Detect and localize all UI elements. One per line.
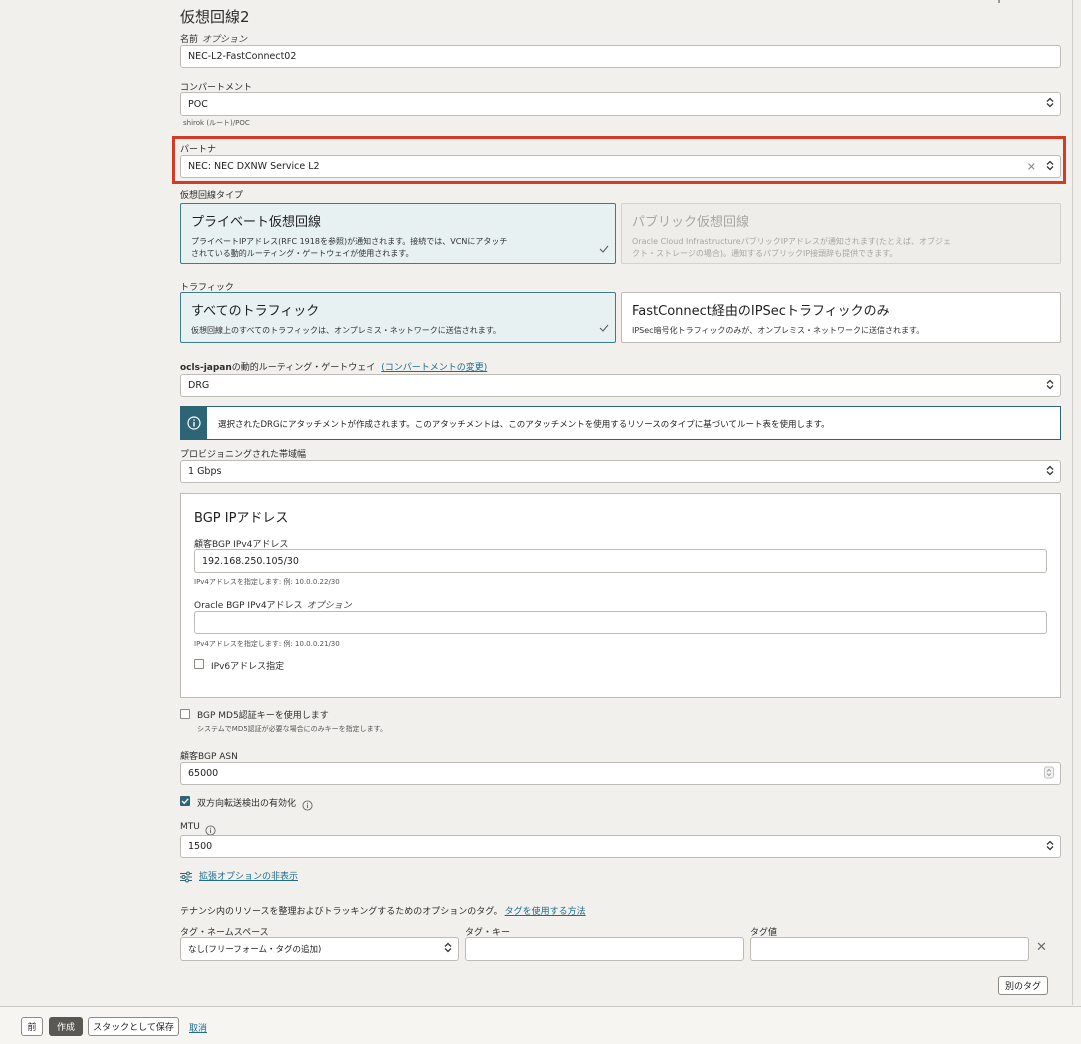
- ipsec-traffic-desc: IPSec暗号化トラフィックのみが、オンプレミス・ネットワークに送信されます。: [632, 326, 925, 335]
- drg-label: ocls-japanの動的ルーティング・ゲートウェイ (コンパートメントの変更): [180, 363, 488, 373]
- private-circuit-title: プライベート仮想回線: [191, 215, 322, 230]
- customer-bgp-hint: IPv4アドレスを指定します: 例: 10.0.0.22/30: [194, 578, 340, 586]
- compartment-select[interactable]: POC: [180, 92, 1061, 116]
- cancel-link[interactable]: 取消: [189, 1021, 207, 1034]
- compartment-value: POC: [188, 98, 208, 110]
- tag-namespace-select[interactable]: なし(フリーフォーム・タグの追加): [180, 937, 459, 961]
- partner-label: パートナ: [180, 145, 217, 155]
- ipsec-traffic-title: FastConnect経由のIPSecトラフィックのみ: [632, 304, 890, 319]
- mtu-select[interactable]: 1500: [180, 835, 1061, 858]
- bandwidth-label: プロビジョニングされた帯域幅: [180, 450, 307, 460]
- advanced-options-link[interactable]: 拡張オプションの非表示: [199, 869, 298, 882]
- remove-tag-icon[interactable]: ✕: [1036, 940, 1047, 955]
- sliders-icon[interactable]: [180, 868, 192, 887]
- bgp-section-title: BGP IPアドレス: [194, 511, 289, 526]
- asn-input[interactable]: 65000: [180, 762, 1061, 785]
- stepper-icon[interactable]: [1044, 766, 1054, 781]
- partner-select[interactable]: NEC: NEC DXNW Service L2 ✕: [180, 155, 1061, 178]
- drg-select[interactable]: DRG: [180, 374, 1061, 397]
- tags-help-link[interactable]: タグを使用する方法: [505, 907, 586, 917]
- select-caret-icon: [1046, 97, 1054, 112]
- oracle-bgp-label: Oracle BGP IPv4アドレス オプション: [194, 601, 352, 611]
- drg-value: DRG: [188, 380, 210, 391]
- panel-top-tick: [998, 0, 1000, 3]
- create-button[interactable]: 作成: [49, 1017, 83, 1036]
- mtu-value: 1500: [188, 841, 213, 852]
- private-circuit-option[interactable]: プライベート仮想回線 プライベートIPアドレス(RFC 1918を参照)が通知さ…: [180, 203, 616, 264]
- oracle-bgp-input[interactable]: [194, 611, 1047, 634]
- compartment-path: shirok (ルート)/POC: [183, 119, 250, 127]
- info-circle-icon[interactable]: [302, 796, 313, 815]
- public-circuit-option: パブリック仮想回線 Oracle Cloud Infrastructureパブリ…: [621, 203, 1061, 264]
- select-caret-icon: [1046, 839, 1054, 854]
- md5-label: BGP MD5認証キーを使用します: [197, 711, 329, 721]
- public-circuit-title: パブリック仮想回線: [632, 215, 750, 230]
- save-as-stack-button[interactable]: スタックとして保存: [88, 1017, 179, 1036]
- md5-hint: システムでMD5認証が必要な場合にのみキーを指定します。: [197, 725, 387, 733]
- bfd-checkbox[interactable]: [180, 796, 190, 806]
- circuit-type-label: 仮想回線タイプ: [180, 191, 244, 201]
- tag-value-input[interactable]: [750, 937, 1029, 961]
- name-label: 名前 オプション: [180, 35, 248, 45]
- all-traffic-title: すべてのトラフィック: [191, 304, 320, 319]
- partner-value: NEC: NEC DXNW Service L2: [188, 161, 320, 172]
- page-title: 仮想回線2: [180, 8, 250, 26]
- tag-namespace-value: なし(フリーフォーム・タグの追加): [188, 945, 322, 955]
- drg-info-message: 選択されたDRGにアタッチメントが作成されます。このアタッチメントは、このアタッ…: [180, 406, 1061, 440]
- tag-key-input[interactable]: [465, 937, 744, 961]
- public-circuit-desc: Oracle Cloud InfrastructureパブリックIPアドレスが通…: [632, 237, 952, 258]
- bandwidth-value: 1 Gbps: [188, 466, 222, 477]
- check-icon: [599, 238, 609, 257]
- mtu-label: MTU: [180, 822, 200, 832]
- all-traffic-option[interactable]: すべてのトラフィック 仮想回線上のすべてのトラフィックは、オンプレミス・ネットワ…: [180, 292, 616, 343]
- clear-icon[interactable]: ✕: [1027, 160, 1036, 173]
- add-another-tag-button[interactable]: 別のタグ: [998, 976, 1048, 995]
- select-caret-icon: [1046, 464, 1054, 479]
- check-icon: [599, 317, 609, 336]
- private-circuit-desc: プライベートIPアドレス(RFC 1918を参照)が通知されます。接続では、VC…: [191, 237, 508, 258]
- previous-button[interactable]: 前: [21, 1017, 43, 1036]
- ipv6-label: IPv6アドレス指定: [211, 662, 285, 672]
- md5-checkbox[interactable]: [180, 709, 190, 719]
- info-icon: [181, 407, 207, 439]
- customer-bgp-input[interactable]: 192.168.250.105/30: [194, 549, 1047, 573]
- panel-right-edge: [1072, 0, 1073, 1005]
- bfd-label: 双方向転送検出の有効化: [197, 799, 297, 809]
- select-caret-icon: [1046, 378, 1054, 393]
- change-compartment-link[interactable]: (コンパートメントの変更): [381, 363, 487, 373]
- asn-value: 65000: [188, 768, 219, 779]
- ipsec-traffic-option[interactable]: FastConnect経由のIPSecトラフィックのみ IPSec暗号化トラフィ…: [621, 292, 1061, 343]
- select-caret-icon: [444, 942, 452, 957]
- bgp-ip-section: [180, 493, 1061, 698]
- asn-label: 顧客BGP ASN: [180, 752, 238, 762]
- tags-intro: テナンシ内のリソースを整理およびトラッキングするためのオプションのタグ。 タグを使…: [180, 907, 586, 917]
- all-traffic-desc: 仮想回線上のすべてのトラフィックは、オンプレミス・ネットワークに送信されます。: [191, 326, 501, 335]
- ipv6-checkbox[interactable]: [194, 659, 204, 669]
- oracle-bgp-hint: IPv4アドレスを指定します: 例: 10.0.0.21/30: [194, 640, 340, 648]
- name-input[interactable]: NEC-L2-FastConnect02: [180, 45, 1061, 68]
- select-caret-icon: [1046, 159, 1054, 174]
- info-text: 選択されたDRGにアタッチメントが作成されます。このアタッチメントは、このアタッ…: [218, 420, 830, 430]
- bandwidth-select[interactable]: 1 Gbps: [180, 460, 1061, 483]
